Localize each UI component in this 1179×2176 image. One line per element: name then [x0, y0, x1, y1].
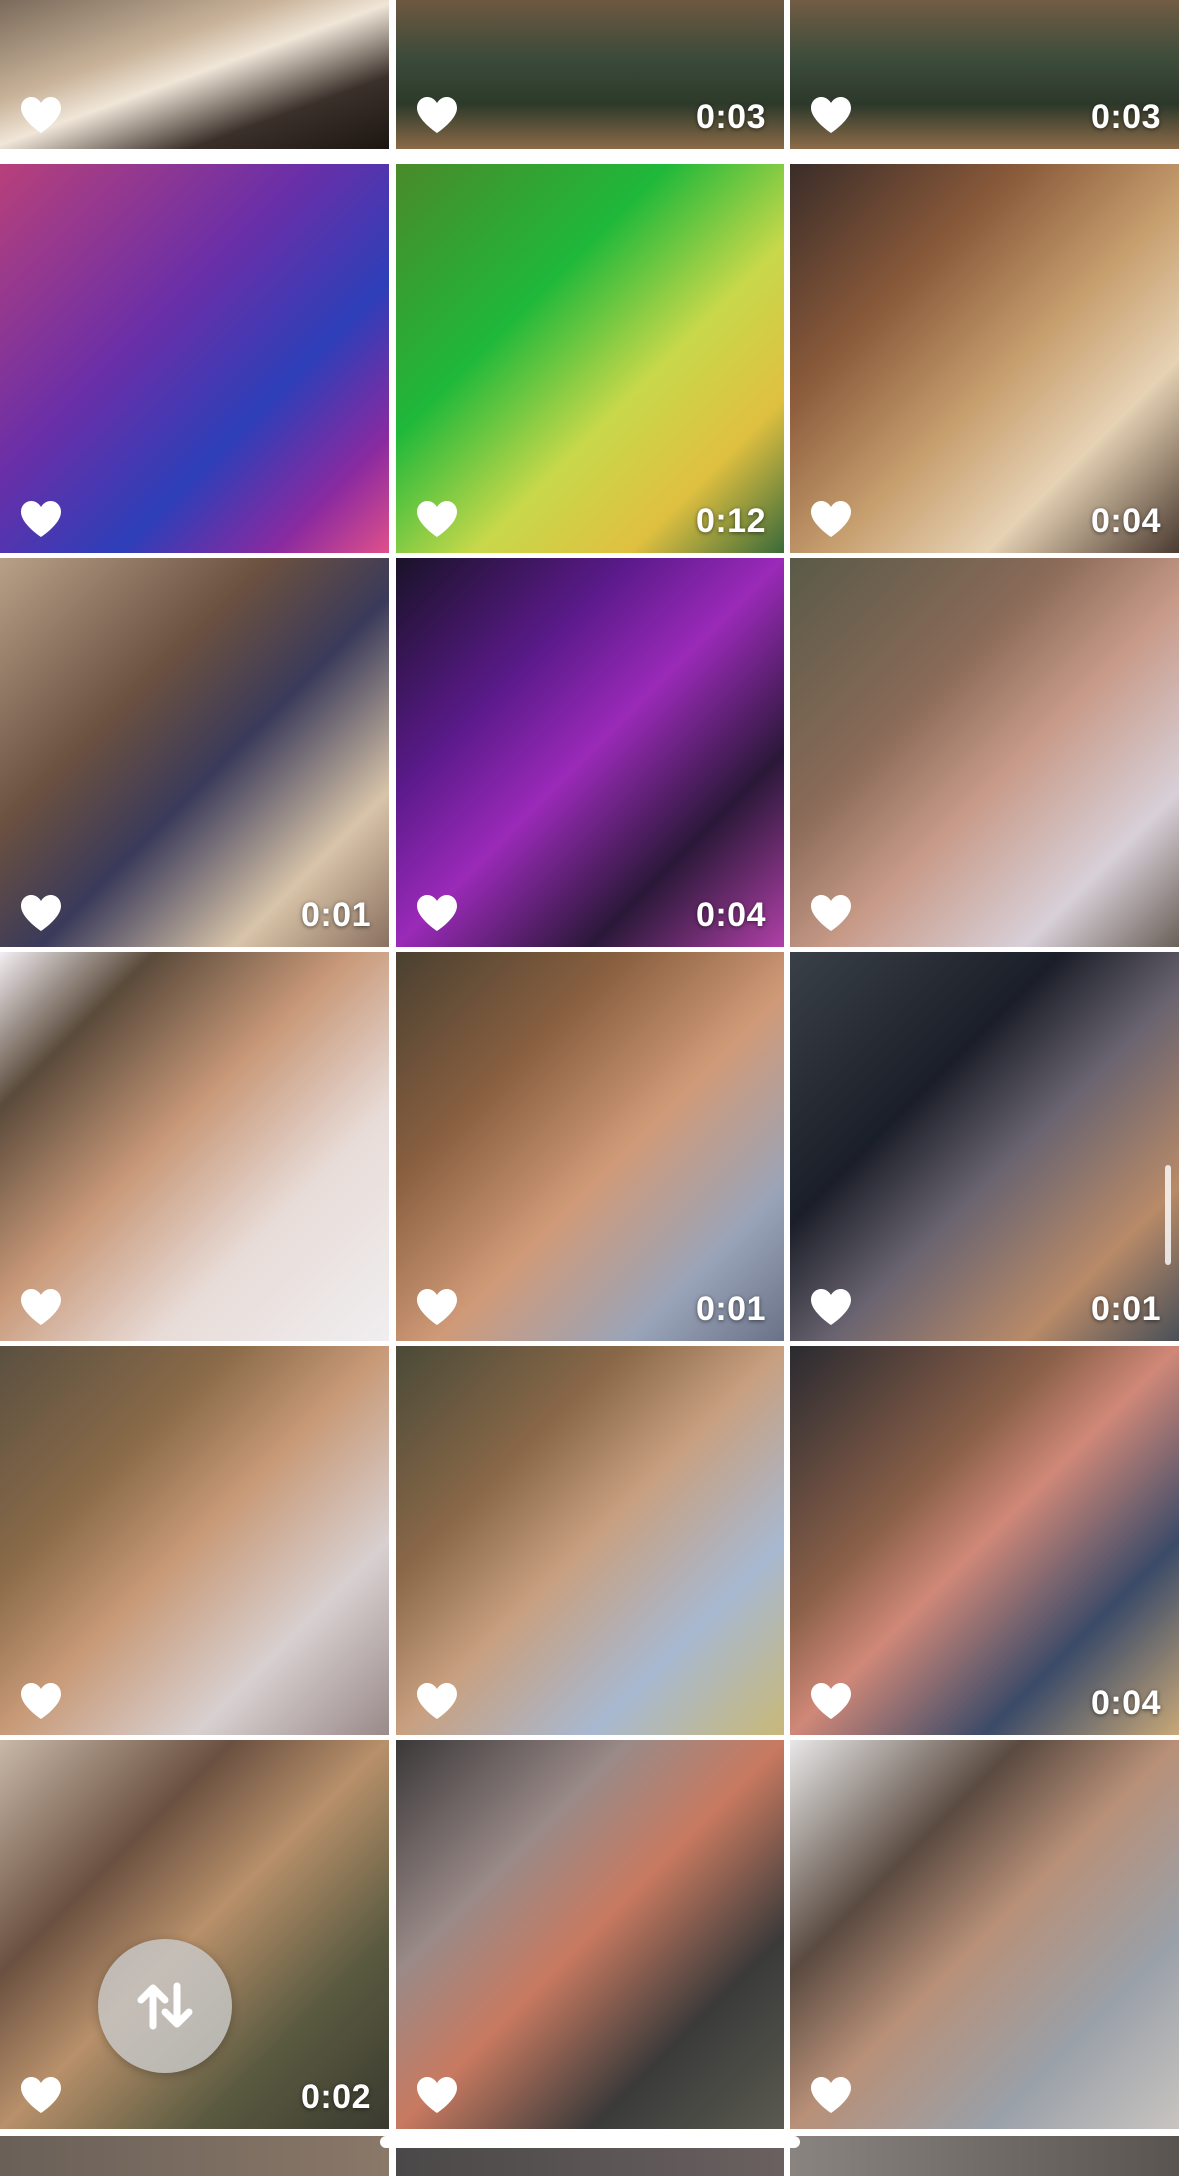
media-tile[interactable]: 0:03	[790, 0, 1179, 149]
media-tile[interactable]: 0:01	[0, 558, 389, 947]
favorite-heart-icon[interactable]	[19, 95, 63, 135]
favorite-heart-icon[interactable]	[809, 499, 853, 539]
sort-arrows-icon	[137, 1982, 193, 2030]
favorite-heart-icon[interactable]	[809, 893, 853, 933]
video-duration: 0:04	[695, 896, 766, 934]
video-duration: 0:01	[300, 896, 371, 934]
favorite-heart-icon[interactable]	[19, 893, 63, 933]
favorite-heart-icon[interactable]	[19, 1287, 63, 1327]
favorite-heart-icon[interactable]	[415, 2075, 459, 2115]
media-tile[interactable]: 0:12	[396, 164, 784, 553]
favorite-heart-icon[interactable]	[809, 1681, 853, 1721]
media-tile[interactable]: 0:03	[396, 0, 784, 149]
video-duration: 0:12	[695, 502, 766, 540]
video-duration: 0:04	[1090, 1684, 1161, 1722]
favorite-heart-icon[interactable]	[809, 1287, 853, 1327]
video-duration: 0:01	[695, 1290, 766, 1328]
favorite-heart-icon[interactable]	[19, 499, 63, 539]
home-indicator	[380, 2136, 800, 2148]
media-tile[interactable]: 0:04	[790, 164, 1179, 553]
sort-button[interactable]	[98, 1939, 232, 2073]
video-duration: 0:04	[1090, 502, 1161, 540]
media-grid: 0:03 0:03 0:12 0:04 0:01 0:04 0:01 0:01 0:04 0:02	[0, 0, 1179, 2176]
media-tile[interactable]: 0:04	[790, 1346, 1179, 1735]
media-tile[interactable]: 0:01	[790, 952, 1179, 1341]
video-duration: 0:03	[695, 98, 766, 136]
favorite-heart-icon[interactable]	[415, 95, 459, 135]
video-duration: 0:03	[1090, 98, 1161, 136]
media-tile[interactable]	[790, 1740, 1179, 2129]
media-tile[interactable]	[0, 0, 389, 149]
media-tile[interactable]: 0:04	[396, 558, 784, 947]
media-tile-partial[interactable]	[0, 2136, 389, 2176]
favorite-heart-icon[interactable]	[19, 1681, 63, 1721]
favorite-heart-icon[interactable]	[415, 499, 459, 539]
favorite-heart-icon[interactable]	[415, 893, 459, 933]
media-tile[interactable]	[396, 1346, 784, 1735]
favorite-heart-icon[interactable]	[809, 95, 853, 135]
scroll-indicator[interactable]	[1165, 1165, 1171, 1265]
media-tile[interactable]	[0, 1346, 389, 1735]
media-tile[interactable]: 0:02	[0, 1740, 389, 2129]
video-duration: 0:01	[1090, 1290, 1161, 1328]
media-tile[interactable]	[790, 558, 1179, 947]
favorite-heart-icon[interactable]	[809, 2075, 853, 2115]
media-tile[interactable]: 0:01	[396, 952, 784, 1341]
favorite-heart-icon[interactable]	[415, 1287, 459, 1327]
video-duration: 0:02	[300, 2078, 371, 2116]
media-tile[interactable]	[0, 952, 389, 1341]
media-tile[interactable]	[396, 1740, 784, 2129]
media-tile-partial[interactable]	[790, 2136, 1179, 2176]
favorite-heart-icon[interactable]	[415, 1681, 459, 1721]
favorite-heart-icon[interactable]	[19, 2075, 63, 2115]
media-tile[interactable]	[0, 164, 389, 553]
